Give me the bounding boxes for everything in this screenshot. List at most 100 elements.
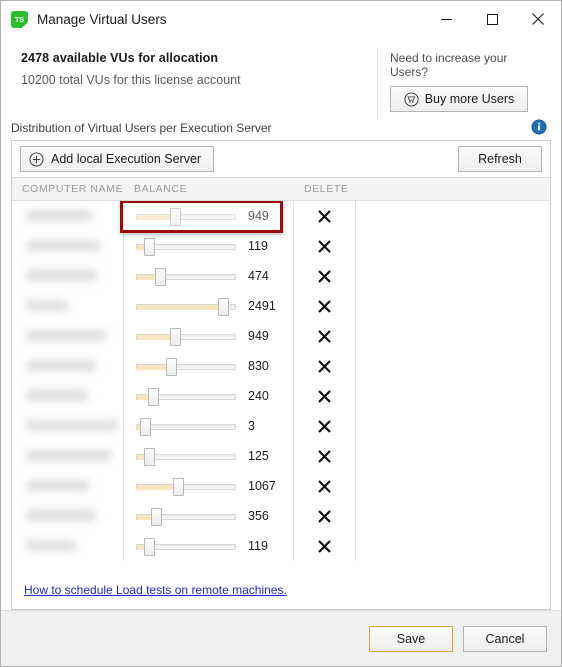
buy-more-users-button[interactable]: Buy more Users (390, 86, 528, 112)
x-icon[interactable] (318, 539, 331, 553)
manage-virtual-users-dialog: Manage Virtual Users 2478 available VUs … (0, 0, 562, 667)
computer-name-cell (12, 441, 124, 471)
table-row[interactable]: 3 (12, 411, 550, 441)
slider-thumb[interactable] (147, 387, 159, 406)
balance-cell: 949 (124, 321, 294, 351)
slider-thumb[interactable] (143, 237, 155, 256)
x-icon[interactable] (318, 479, 331, 493)
redacted-computer-name (26, 360, 96, 371)
balance-cell: 119 (124, 531, 294, 561)
table-row[interactable]: 830 (12, 351, 550, 381)
table-row[interactable]: 949 (12, 201, 550, 231)
slider-thumb[interactable] (165, 357, 177, 376)
slider-thumb[interactable] (151, 507, 163, 526)
table-row[interactable]: 125 (12, 441, 550, 471)
help-link[interactable]: How to schedule Load tests on remote mac… (24, 583, 287, 597)
balance-cell: 240 (124, 381, 294, 411)
license-summary: 2478 available VUs for allocation 10200 … (1, 37, 561, 119)
minimize-button[interactable] (423, 1, 469, 37)
balance-slider[interactable] (136, 387, 236, 406)
refresh-button[interactable]: Refresh (458, 146, 542, 172)
dialog-footer: Save Cancel (1, 610, 561, 666)
redacted-computer-name (26, 240, 100, 251)
slider-fill (137, 304, 219, 310)
balance-cell: 830 (124, 351, 294, 381)
table-row[interactable]: 119 (12, 231, 550, 261)
x-icon[interactable] (318, 389, 331, 403)
balance-value: 356 (248, 509, 269, 523)
maximize-button[interactable] (469, 1, 515, 37)
balance-slider[interactable] (136, 297, 236, 316)
computer-name-cell (12, 201, 124, 231)
table-row[interactable]: 119 (12, 531, 550, 561)
balance-slider[interactable] (136, 477, 236, 496)
computer-name-cell (12, 501, 124, 531)
slider-thumb[interactable] (143, 447, 155, 466)
table-row[interactable]: 356 (12, 501, 550, 531)
balance-slider[interactable] (136, 267, 236, 286)
balance-slider[interactable] (136, 327, 236, 346)
table-row[interactable]: 1067 (12, 471, 550, 501)
balance-value: 119 (248, 239, 268, 253)
redacted-computer-name (26, 390, 88, 401)
slider-thumb[interactable] (173, 477, 185, 496)
distribution-header: Distribution of Virtual Users per Execut… (1, 119, 561, 140)
slider-thumb[interactable] (169, 327, 181, 346)
computer-name-cell (12, 231, 124, 261)
need-more-users-label: Need to increase your Users? (390, 51, 508, 79)
slider-thumb[interactable] (217, 297, 229, 316)
execution-server-table[interactable]: 949 119 474 2491 949 830 240 3 125 1067 356 119 (12, 201, 550, 581)
x-icon[interactable] (318, 419, 331, 433)
save-button[interactable]: Save (369, 625, 453, 652)
x-icon[interactable] (318, 209, 331, 223)
computer-name-cell (12, 261, 124, 291)
table-row[interactable]: 2491 (12, 291, 550, 321)
table-row[interactable]: 474 (12, 261, 550, 291)
computer-name-cell (12, 291, 124, 321)
balance-slider[interactable] (136, 237, 236, 256)
delete-cell (294, 231, 356, 261)
x-icon[interactable] (318, 239, 331, 253)
delete-cell (294, 471, 356, 501)
x-icon[interactable] (318, 299, 331, 313)
slider-thumb[interactable] (143, 537, 155, 556)
x-icon[interactable] (318, 269, 331, 283)
window-title: Manage Virtual Users (37, 11, 167, 27)
x-icon[interactable] (318, 329, 331, 343)
redacted-computer-name (26, 510, 96, 521)
slider-thumb[interactable] (140, 417, 152, 436)
balance-slider[interactable] (136, 447, 236, 466)
delete-cell (294, 501, 356, 531)
slider-thumb[interactable] (169, 207, 181, 226)
column-header-delete: DELETE (304, 183, 349, 195)
x-icon[interactable] (318, 449, 331, 463)
cancel-button[interactable]: Cancel (463, 625, 547, 652)
table-row[interactable]: 240 (12, 381, 550, 411)
available-vus-label: 2478 available VUs for allocation (21, 51, 219, 65)
delete-cell (294, 291, 356, 321)
computer-name-cell (12, 471, 124, 501)
balance-value: 2491 (248, 299, 276, 313)
buy-more-users-label: Buy more Users (424, 92, 515, 106)
balance-slider[interactable] (136, 507, 236, 526)
delete-cell (294, 261, 356, 291)
balance-slider[interactable] (136, 537, 236, 556)
close-button[interactable] (515, 1, 561, 37)
balance-slider[interactable] (136, 357, 236, 376)
redacted-computer-name (26, 330, 106, 341)
buy-users-section: Need to increase your Users? Buy more Us… (377, 51, 547, 119)
balance-value: 474 (248, 269, 269, 283)
delete-cell (294, 531, 356, 561)
distribution-label: Distribution of Virtual Users per Execut… (11, 121, 272, 135)
table-row[interactable]: 949 (12, 321, 550, 351)
balance-value: 240 (248, 389, 269, 403)
x-icon[interactable] (318, 509, 331, 523)
delete-cell (294, 381, 356, 411)
x-icon[interactable] (318, 359, 331, 373)
slider-thumb[interactable] (154, 267, 166, 286)
balance-slider[interactable] (136, 207, 236, 226)
balance-slider[interactable] (136, 417, 236, 436)
slider-fill (137, 214, 171, 220)
info-icon[interactable] (531, 119, 547, 135)
add-local-execution-server-button[interactable]: Add local Execution Server (20, 146, 215, 172)
